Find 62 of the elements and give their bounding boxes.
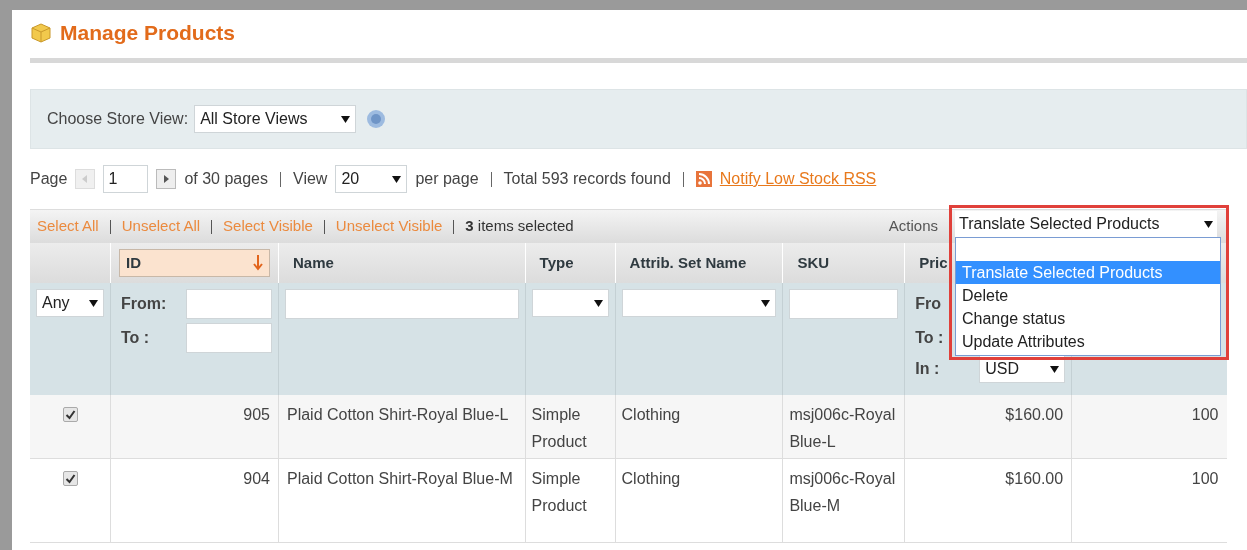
to-label: To : — [121, 328, 150, 348]
help-icon[interactable] — [366, 109, 387, 129]
attribute-set-filter-select[interactable] — [621, 289, 777, 317]
id-cell: 904 — [243, 469, 270, 487]
id-from-field[interactable] — [185, 289, 272, 319]
type-cell: Simple Product — [531, 469, 587, 514]
price-cell: $160.00 — [1005, 469, 1064, 487]
row-checkbox[interactable] — [62, 470, 78, 486]
sort-arrow-icon — [252, 255, 263, 271]
type-cell: Simple Product — [531, 406, 587, 450]
attribute-set-cell: Clothing — [621, 469, 681, 487]
next-page-icon[interactable] — [156, 169, 177, 189]
caret-icon — [89, 299, 98, 307]
name-cell: Plaid Cotton Shirt-Royal Blue-L — [286, 406, 509, 423]
sku-cell: msj006c-Royal Blue-L — [789, 406, 896, 450]
caret-icon — [392, 175, 402, 183]
column-header[interactable]: ID — [119, 249, 270, 277]
per-page-label: per page — [415, 169, 479, 189]
page-title: Manage Products — [60, 20, 236, 47]
column-header[interactable]: Name — [286, 249, 517, 277]
column-header[interactable]: Type — [533, 249, 607, 277]
selected-count: 3 items selected — [465, 216, 574, 237]
view-label: View — [293, 169, 328, 189]
id-cell: 905 — [243, 406, 270, 423]
per-page-select[interactable]: 20 — [335, 165, 408, 193]
any-select[interactable]: Any — [36, 289, 104, 317]
quantity-cell: 100 — [1191, 406, 1219, 423]
store-view-label: Choose Store View: — [47, 109, 189, 129]
price-cell: $160.00 — [1005, 406, 1064, 423]
name-filter-field[interactable] — [284, 289, 519, 319]
currency-label: In : — [915, 359, 940, 379]
caret-icon — [1050, 365, 1060, 373]
dropdown-option[interactable]: Update Attributes — [956, 330, 1220, 353]
row-checkbox[interactable] — [62, 407, 78, 422]
store-view-select[interactable]: All Store Views — [194, 105, 357, 133]
sku-cell: msj006c-Royal Blue-M — [789, 469, 896, 514]
caret-icon — [1204, 220, 1213, 228]
caret-icon — [341, 115, 351, 123]
attribute-set-cell: Clothing — [621, 406, 681, 423]
rss-icon — [695, 171, 712, 187]
page-number-field[interactable]: 1 — [103, 165, 149, 193]
quantity-cell: 100 — [1191, 469, 1219, 487]
price-to-label: To : — [915, 328, 944, 348]
page-label: Page — [30, 169, 68, 189]
sku-filter-field[interactable] — [789, 289, 899, 319]
records-total: Total 593 records found — [503, 169, 671, 189]
id-to-field[interactable] — [185, 323, 272, 353]
page-count: of 30 pages — [184, 169, 268, 189]
box-icon — [30, 22, 52, 44]
price-from-label: Fro — [915, 294, 942, 314]
column-header[interactable]: Attrib. Set Name — [623, 249, 775, 277]
dropdown-option[interactable]: Change status — [956, 307, 1220, 330]
previous-page-icon[interactable] — [75, 169, 96, 189]
actions-select[interactable]: Translate Selected Products — [955, 211, 1217, 237]
name-cell: Plaid Cotton Shirt-Royal Blue-M — [286, 469, 513, 487]
column-header[interactable]: SKU — [791, 249, 897, 277]
caret-icon — [593, 299, 603, 307]
type-filter-select[interactable] — [531, 289, 609, 317]
caret-icon — [761, 299, 771, 307]
from-label: From: — [121, 294, 167, 314]
actions-label: Actions — [888, 216, 938, 237]
dropdown-option[interactable]: Delete — [956, 284, 1220, 307]
